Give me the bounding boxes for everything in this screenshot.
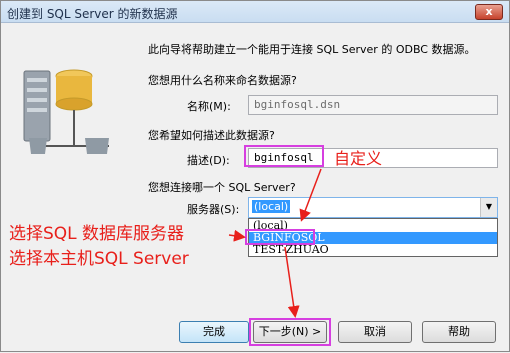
server-question: 您想连接哪一个 SQL Server?	[148, 181, 296, 194]
name-label: 名称(M):	[187, 100, 231, 113]
annotation-box-server	[245, 229, 315, 245]
arrow-to-option	[228, 229, 246, 242]
server-selected-value: (local)	[252, 200, 291, 213]
close-button[interactable]: x	[475, 4, 503, 20]
name-question: 您想用什么名称来命名数据源?	[148, 74, 297, 87]
annotation-box-description	[244, 145, 324, 167]
desc-question: 您希望如何描述此数据源?	[148, 129, 275, 142]
server-combobox[interactable]: (local) ▼	[248, 197, 498, 218]
name-field: bginfosql.dsn	[248, 95, 498, 115]
arrow-to-next	[284, 246, 300, 318]
annotation-custom-text: 自定义	[334, 149, 383, 168]
dialog-window: 创建到 SQL Server 的新数据源 x 此向导将帮助建立一个能用于连接 S…	[0, 0, 510, 352]
help-button[interactable]: 帮助	[422, 321, 496, 343]
chevron-down-icon[interactable]: ▼	[480, 198, 497, 217]
annotation-choose-server-text: 选择SQL 数据库服务器	[9, 224, 185, 244]
window-title: 创建到 SQL Server 的新数据源	[7, 7, 178, 21]
finish-button[interactable]: 完成	[179, 321, 249, 343]
annotation-choose-local-text: 选择本主机SQL Server	[9, 249, 189, 269]
cancel-button[interactable]: 取消	[338, 321, 412, 343]
dropdown-option-test-zhuao[interactable]: TEST-ZHUAO	[249, 244, 497, 256]
server-label: 服务器(S):	[187, 203, 240, 216]
desc-label: 描述(D):	[187, 154, 230, 167]
intro-text: 此向导将帮助建立一个能用于连接 SQL Server 的 ODBC 数据源。	[148, 43, 476, 56]
title-bar: 创建到 SQL Server 的新数据源 x	[1, 1, 509, 23]
annotation-box-next	[249, 318, 331, 346]
